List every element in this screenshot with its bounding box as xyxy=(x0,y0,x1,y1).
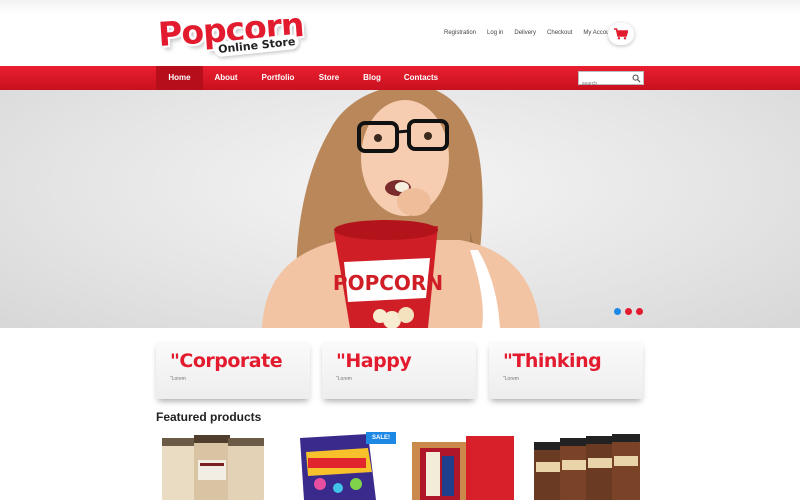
slider-dot-1[interactable] xyxy=(614,308,621,315)
nav-home[interactable]: Home xyxy=(156,66,203,90)
hero-slider[interactable]: POPCORN xyxy=(0,90,800,328)
main-nav: Home About Portfolio Store Blog Contacts xyxy=(0,66,800,90)
feature-subtitle: "Lorem xyxy=(336,376,352,382)
bucket-label: POPCORN xyxy=(333,271,443,295)
slider-dot-2[interactable] xyxy=(625,308,632,315)
feature-subtitle: "Lorem xyxy=(503,376,519,382)
checkout-link[interactable]: Checkout xyxy=(547,30,572,36)
top-links: Registration Log in Delivery Checkout My… xyxy=(444,30,625,36)
nav-about[interactable]: About xyxy=(206,66,246,90)
site-header: Popcorn Online Store Registration Log in… xyxy=(0,0,800,66)
nav-store[interactable]: Store xyxy=(311,66,347,90)
cart-button[interactable] xyxy=(608,23,634,45)
product-jars[interactable] xyxy=(158,432,268,500)
feature-box-thinking[interactable]: "Thinking "Lorem xyxy=(489,341,643,399)
search-input[interactable] xyxy=(579,78,629,90)
nav-portfolio[interactable]: Portfolio xyxy=(255,66,301,90)
nav-blog[interactable]: Blog xyxy=(355,66,389,90)
hero-image: POPCORN xyxy=(262,90,540,328)
product-gift-box[interactable] xyxy=(406,432,518,500)
feature-subtitle: "Lorem xyxy=(170,376,186,382)
cart-icon xyxy=(614,28,628,40)
product-image xyxy=(162,435,264,500)
product-image xyxy=(534,434,640,500)
feature-title: "Corporate xyxy=(170,350,283,372)
feature-box-happy[interactable]: "Happy "Lorem xyxy=(322,341,476,399)
sale-badge: SALE! xyxy=(366,432,396,444)
feature-box-corporate[interactable]: "Corporate "Lorem xyxy=(156,341,310,399)
product-spice-jars[interactable] xyxy=(530,432,644,500)
nav-contacts[interactable]: Contacts xyxy=(398,66,444,90)
delivery-link[interactable]: Delivery xyxy=(514,30,536,36)
search-icon[interactable] xyxy=(632,74,641,83)
registration-link[interactable]: Registration xyxy=(444,30,476,36)
product-image xyxy=(412,436,514,500)
slider-dot-3[interactable] xyxy=(636,308,643,315)
search-box xyxy=(578,71,644,90)
feature-title: "Happy xyxy=(336,350,412,372)
featured-products-heading: Featured products xyxy=(156,410,262,424)
feature-title: "Thinking xyxy=(503,350,602,372)
slider-dots xyxy=(614,308,643,315)
login-link[interactable]: Log in xyxy=(487,30,503,36)
logo[interactable]: Popcorn Online Store xyxy=(157,5,308,62)
